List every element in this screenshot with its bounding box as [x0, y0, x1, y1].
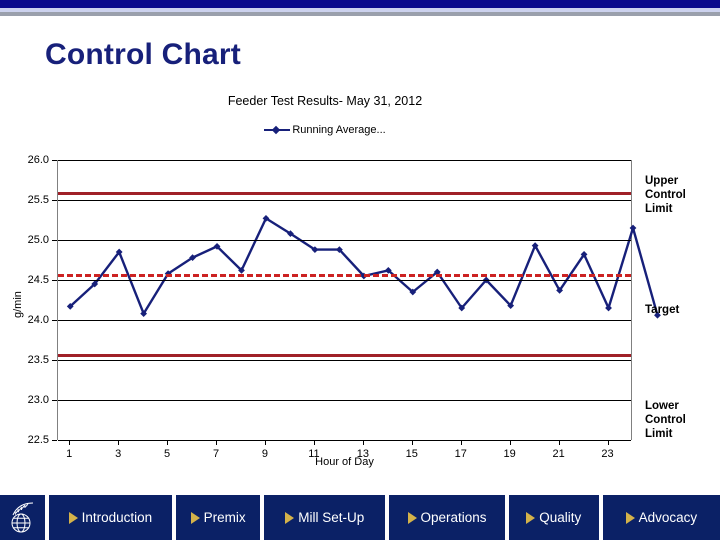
nav-item-premix[interactable]: Premix [176, 495, 261, 540]
y-tick-mark [52, 160, 57, 161]
reference-line-lower-control-limit [58, 353, 631, 357]
y-tick-mark [52, 280, 57, 281]
annotation-upper-line1: Upper [645, 175, 679, 187]
triangle-right-icon [68, 511, 78, 524]
legend-line-marker-icon [264, 129, 291, 132]
annotation-upper-line3: Limit [645, 203, 673, 215]
y-tick-mark [52, 200, 57, 201]
legend-label-running-average: Running Average... [292, 124, 386, 137]
x-axis-title: Hour of Day [315, 456, 374, 468]
nav-item-operations[interactable]: Operations [389, 495, 505, 540]
bottom-navigation-bar: Introduction Premix Mill Set-Up Operatio… [0, 495, 720, 540]
reference-line-target [58, 273, 631, 277]
x-tick-mark [118, 440, 120, 445]
globe-wheat-logo-icon[interactable] [0, 495, 45, 540]
y-tick-label: 24.5 [27, 274, 49, 286]
y-tick-label: 26.0 [27, 154, 49, 166]
gridline-y [58, 280, 631, 281]
x-tick-mark [411, 440, 413, 445]
nav-item-introduction[interactable]: Introduction [48, 495, 172, 540]
nav-item-quality[interactable]: Quality [508, 495, 599, 540]
y-tick-mark [52, 360, 57, 361]
control-chart: Feeder Test Results- May 31, 2012 Runnin… [0, 88, 720, 488]
triangle-right-icon [285, 511, 295, 524]
chart-legend: Running Average... [0, 124, 650, 136]
x-tick-mark [558, 440, 560, 445]
x-tick-mark [167, 440, 169, 445]
plot-area [57, 160, 661, 441]
x-axis-line [58, 440, 631, 441]
nav-item-advocacy[interactable]: Advocacy [602, 495, 720, 540]
y-tick-mark [52, 400, 57, 401]
page-title: Control Chart [45, 38, 241, 71]
reference-line-upper-control-limit [58, 192, 631, 195]
nav-item-introduction-label: Introduction [81, 510, 153, 525]
y-tick-mark [52, 320, 57, 321]
gridline-y [58, 400, 631, 401]
y-tick-label: 23.5 [27, 354, 49, 366]
nav-item-mill-set-up-label: Mill Set-Up [298, 510, 365, 525]
nav-item-mill-set-up[interactable]: Mill Set-Up [264, 495, 386, 540]
y-tick-label: 22.5 [27, 434, 49, 446]
y-tick-label: 23.0 [27, 394, 49, 406]
nav-item-premix-label: Premix [203, 510, 246, 525]
gridline-y [58, 200, 631, 201]
annotation-lower-line2: Control [645, 414, 686, 426]
triangle-right-icon [407, 511, 417, 524]
top-accent-bar-navy [0, 0, 720, 8]
top-accent-bar-gray [0, 12, 720, 16]
gridline-y [58, 320, 631, 321]
annotation-lower-line3: Limit [645, 428, 673, 440]
gridline-y [58, 240, 631, 241]
triangle-right-icon [526, 511, 536, 524]
y-tick-label: 25.5 [27, 194, 49, 206]
annotation-lower-line1: Lower [645, 400, 679, 412]
annotation-upper-line2: Control [645, 189, 686, 201]
triangle-right-icon [190, 511, 200, 524]
y-tick-label: 25.0 [27, 234, 49, 246]
y-axis-title: g/min [12, 291, 24, 318]
chart-title: Feeder Test Results- May 31, 2012 [227, 94, 423, 108]
nav-item-quality-label: Quality [539, 510, 582, 525]
x-tick-mark [362, 440, 364, 445]
y-tick-label: 24.0 [27, 314, 49, 326]
x-tick-mark [460, 440, 462, 445]
x-tick-mark [607, 440, 609, 445]
x-tick-mark [216, 440, 218, 445]
x-tick-mark [509, 440, 511, 445]
y-tick-mark [52, 240, 57, 241]
x-tick-mark [313, 440, 315, 445]
annotation-target: Target [645, 304, 680, 316]
series-running-average [66, 215, 661, 319]
x-tick-mark [69, 440, 71, 445]
gridline-y [58, 360, 631, 361]
x-tick-mark [264, 440, 266, 445]
nav-item-advocacy-label: Advocacy [638, 510, 698, 525]
nav-item-operations-label: Operations [420, 510, 487, 525]
gridline-y [58, 160, 631, 161]
y-tick-mark [52, 440, 57, 441]
annotation-lower-control-limit: Lower Control Limit [645, 399, 686, 441]
triangle-right-icon [625, 511, 635, 524]
annotation-upper-control-limit: Upper Control Limit [645, 174, 686, 216]
